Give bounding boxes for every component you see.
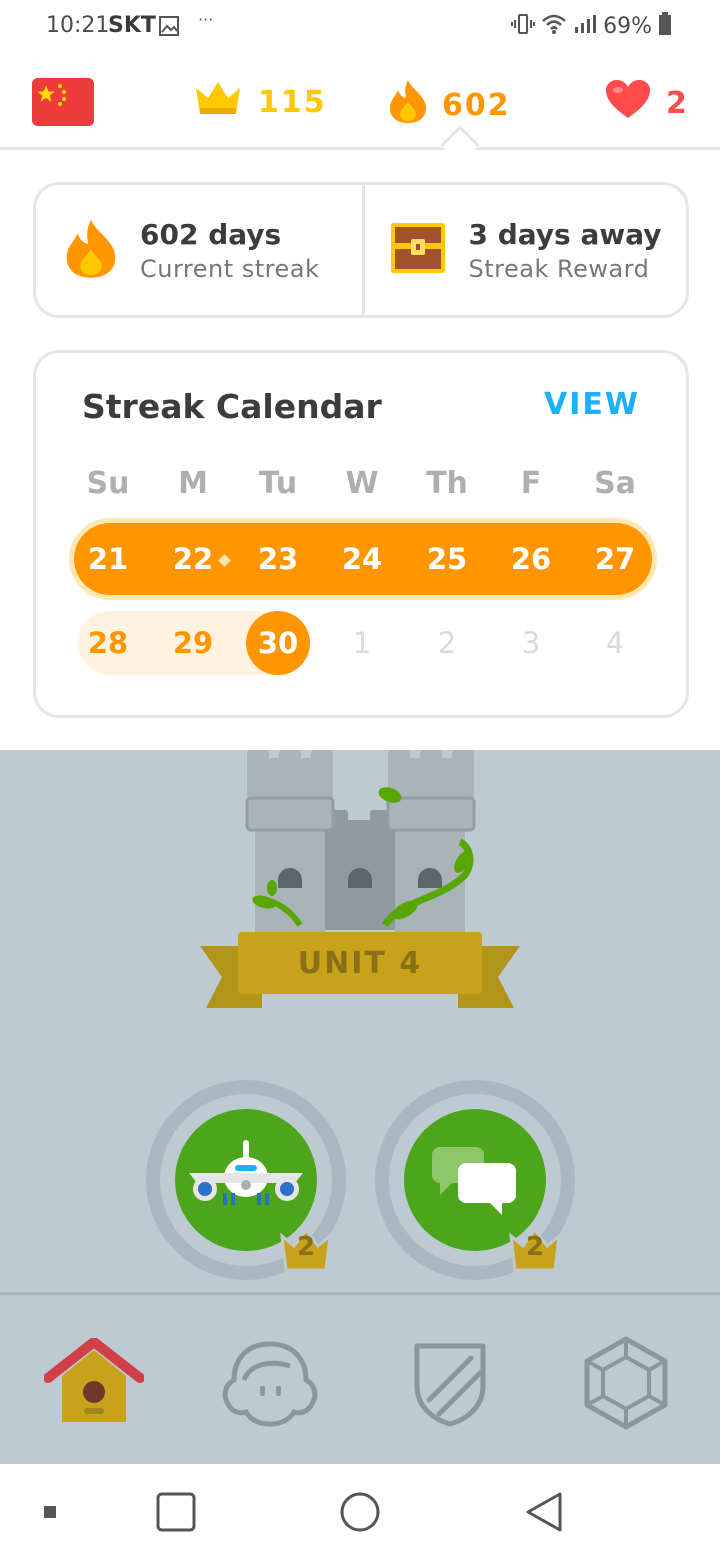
flame-icon [388,78,428,132]
weekday-label: Su [86,465,130,501]
calendar-week-row: 21 22 23 24 25 26 27 [36,527,686,591]
calendar-day[interactable]: 4 [573,611,657,675]
status-time: 10:21 [46,13,110,38]
wifi-icon [541,13,567,39]
streak-reward-label: Streak Reward [468,254,650,283]
streak-stat[interactable]: 602 [388,78,511,132]
weekday-label: W [345,465,379,501]
weekday-label: Tu [258,465,298,501]
calendar-day[interactable]: 21 [66,527,150,591]
crown-level: 2 [296,1232,316,1262]
battery-percent: 69% [603,13,652,39]
recent-apps-button[interactable] [154,1490,198,1534]
calendar-day[interactable]: 25 [405,527,489,591]
nav-leagues[interactable] [400,1333,500,1433]
streak-count: 602 [442,87,511,123]
current-streak-value: 602 days [140,217,282,251]
crowns-stat[interactable]: 115 [192,78,327,126]
skill-travel-button[interactable]: 2 [146,1080,346,1280]
shop-gem-icon [584,1336,668,1430]
dot-icon [44,1506,56,1518]
home-circle-icon [340,1492,380,1532]
system-menu-button[interactable] [28,1490,72,1534]
course-flag-button[interactable] [32,78,94,126]
calendar-view-button[interactable]: VIEW [544,387,640,422]
nav-home[interactable] [44,1333,144,1433]
vibrate-icon [511,12,536,40]
unit-title: UNIT 4 [297,945,423,981]
status-carrier: SKT [108,13,156,38]
weekday-label: Sa [594,465,636,501]
calendar-day[interactable]: 26 [489,527,573,591]
weekday-label: F [520,465,542,501]
streak-reward-value: 3 days away [468,217,662,251]
streak-reward-cell: 3 days away Streak Reward [361,185,687,315]
more-notifications-icon: ··· [198,10,214,29]
recent-apps-icon [156,1492,196,1532]
calendar-day[interactable]: 3 [489,611,573,675]
gallery-notification-icon [158,15,180,41]
status-right: 69% [511,12,672,40]
flame-icon [64,216,118,284]
current-streak-label: Current streak [140,254,320,283]
battery-icon [658,12,672,40]
calendar-title: Streak Calendar [82,387,382,426]
system-navigation-bar [0,1464,720,1560]
profile-icon [222,1341,318,1427]
crowns-count: 115 [258,84,327,120]
nav-shop[interactable] [576,1333,676,1433]
nav-profile[interactable] [220,1333,320,1433]
signal-icon [573,13,597,39]
calendar-day[interactable]: 24 [320,527,404,591]
weekday-label: Th [426,465,468,501]
calendar-week-row: 28 29 30 1 2 3 4 [36,611,686,675]
crown-icon [192,78,244,126]
calendar-day[interactable]: 27 [573,527,657,591]
hearts-stat[interactable]: 2 [604,78,689,128]
top-stats-bar: 115 602 2 [0,56,720,150]
calendar-day[interactable]: 23 [236,527,320,591]
calendar-day[interactable]: 1 [320,611,404,675]
calendar-day[interactable]: 2 [405,611,489,675]
weekday-header-row: Su M Tu W Th F Sa [36,451,686,515]
skill-conversation-button[interactable]: 2 [375,1080,575,1280]
hearts-count: 2 [666,85,689,121]
treasure-chest-icon [389,219,447,281]
back-button[interactable] [522,1490,566,1534]
crown-level: 2 [525,1232,545,1262]
bottom-navigation [0,1292,720,1464]
home-icon [44,1338,144,1422]
leagues-shield-icon [414,1343,486,1427]
current-streak-cell: 602 days Current streak [36,185,362,315]
china-flag-icon [32,78,94,126]
course-path: UNIT 4 2 2 [0,750,720,1295]
weekday-label: M [178,465,208,501]
calendar-day[interactable]: 28 [66,611,150,675]
home-system-button[interactable] [338,1490,382,1534]
streak-summary-card: 602 days Current streak 3 days away Stre… [33,182,689,318]
calendar-day[interactable]: 29 [151,611,235,675]
heart-icon [604,78,652,128]
status-bar: 10:21 SKT ··· 69% [0,0,720,56]
streak-calendar-card: Streak Calendar VIEW Su M Tu W Th F Sa 2… [33,350,689,718]
back-triangle-icon [526,1492,562,1532]
calendar-day-today[interactable]: 30 [236,611,320,675]
